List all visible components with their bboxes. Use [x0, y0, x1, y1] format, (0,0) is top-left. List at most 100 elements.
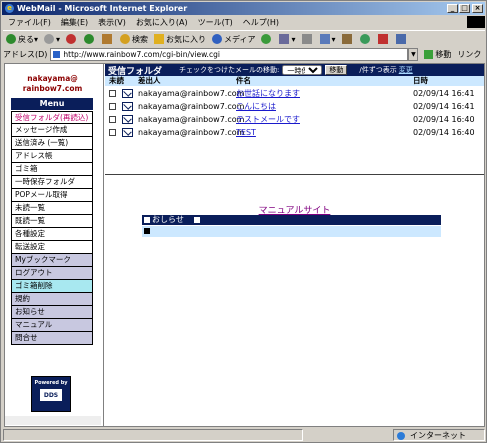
menu-view[interactable]: 表示(V) — [93, 16, 131, 29]
message-subject-link[interactable]: TEST — [236, 126, 256, 139]
message-from: nakayama@rainbow7.com — [138, 128, 245, 137]
menu-tools[interactable]: ツール(T) — [193, 16, 238, 29]
favorites-label: お気に入り — [166, 34, 207, 44]
toolbar-extra-button[interactable] — [393, 32, 411, 47]
search-button[interactable]: 検索 — [117, 32, 151, 47]
envelope-icon — [122, 89, 133, 98]
home-button[interactable] — [99, 32, 117, 47]
sidebar-item[interactable]: 各種設定 — [11, 228, 93, 241]
maximize-button[interactable]: □ — [459, 4, 470, 13]
browser-window: e WebMail - Microsoft Internet Explorer … — [0, 0, 487, 443]
discuss-icon — [341, 34, 352, 44]
messenger-icon — [359, 34, 370, 44]
user-address-line1: nakayama@ — [27, 74, 78, 83]
menu-file[interactable]: ファイル(F) — [3, 16, 56, 29]
table-row: nakayama@rainbow7.com TEST 02/09/14 16:40 — [105, 126, 484, 139]
select-checkbox[interactable] — [109, 90, 116, 97]
col-date: 日時 — [413, 76, 428, 85]
sidebar-item[interactable]: ログアウト — [11, 267, 93, 280]
menu-edit[interactable]: 編集(E) — [56, 16, 93, 29]
home-icon — [102, 34, 113, 44]
sidebar-item[interactable]: 転送設定 — [11, 241, 93, 254]
windows-logo-icon — [467, 16, 485, 28]
sidebar-item[interactable]: 未読一覧 — [11, 202, 93, 215]
sidebar-item[interactable]: アドレス帳 — [11, 150, 93, 163]
select-checkbox[interactable] — [109, 116, 116, 123]
status-bar: インターネット — [3, 429, 485, 442]
news-item-bullet-icon — [144, 228, 150, 234]
favorites-button[interactable]: お気に入り — [151, 32, 209, 47]
main-frame: 受信フォルダ チェックをつけたメールの移動: 一時保存 移動 /件ずつ表示 変更… — [105, 64, 484, 426]
minimize-button[interactable]: _ — [447, 4, 458, 13]
message-date: 02/09/14 16:40 — [413, 115, 475, 124]
sidebar-item[interactable]: メッセージ作成 — [11, 124, 93, 137]
sidebar-item[interactable]: ゴミ箱削除 — [11, 280, 93, 293]
messenger-button[interactable] — [357, 32, 375, 47]
powered-by-logo[interactable]: Powered by DDS — [31, 376, 71, 412]
close-button[interactable]: × — [472, 4, 483, 13]
news-box: おしらせ — [142, 215, 441, 239]
menu-help[interactable]: ヘルプ(H) — [238, 16, 284, 29]
mail-icon — [279, 34, 290, 44]
media-button[interactable]: メディア — [209, 32, 258, 47]
status-text — [3, 429, 303, 441]
news-title: おしらせ — [152, 215, 184, 224]
message-date: 02/09/14 16:41 — [413, 102, 475, 111]
back-arrow-icon — [6, 34, 16, 44]
sidebar-item[interactable]: マニュアル — [11, 319, 93, 332]
select-checkbox[interactable] — [109, 103, 116, 110]
edit-button[interactable]: ▾ — [317, 32, 339, 47]
user-address-line2: rainbow7.com — [22, 84, 83, 93]
edit-icon — [319, 34, 330, 44]
sidebar-item[interactable]: Myブックマーク — [11, 254, 93, 267]
print-button[interactable] — [299, 32, 317, 47]
sidebar-frame: nakayama@ rainbow7.com Menu 受信フォルダ(再読込) メ… — [5, 64, 104, 426]
per-page-label: /件ずつ表示 — [359, 66, 397, 74]
envelope-icon — [122, 102, 133, 111]
title-bar: e WebMail - Microsoft Internet Explorer … — [2, 2, 485, 15]
back-button[interactable]: 戻る ▾ — [3, 32, 41, 47]
extra-icon — [395, 34, 406, 44]
folder-header: 受信フォルダ チェックをつけたメールの移動: 一時保存 移動 /件ずつ表示 変更 — [105, 64, 484, 77]
move-label: チェックをつけたメールの移動: — [179, 66, 280, 74]
col-unread: 未読 — [109, 76, 124, 85]
sidebar-menu: 受信フォルダ(再読込) メッセージ作成 送信済み (一覧) アドレス帳 ゴミ箱 一時保存フ… — [11, 111, 93, 345]
go-arrow-icon — [424, 50, 434, 59]
address-dropdown-button[interactable]: ▼ — [408, 48, 419, 61]
stop-button[interactable] — [63, 32, 81, 47]
move-button[interactable]: 移動 — [325, 65, 348, 75]
forward-button[interactable]: ▾ — [41, 32, 63, 47]
sidebar-item[interactable]: ゴミ箱 — [11, 163, 93, 176]
change-link[interactable]: 変更 — [399, 65, 413, 75]
sidebar-item[interactable]: お知らせ — [11, 306, 93, 319]
message-date: 02/09/14 16:41 — [413, 89, 475, 98]
sidebar-item[interactable]: 問合せ — [11, 332, 93, 345]
go-button[interactable]: 移動 — [424, 49, 451, 60]
message-subject-link[interactable]: お世話になります — [236, 87, 300, 100]
back-label: 戻る — [18, 34, 34, 44]
sidebar-item[interactable]: 規約 — [11, 293, 93, 306]
sidebar-item[interactable]: 一時保存フォルダ — [11, 176, 93, 189]
sidebar-horizontal-scrollbar[interactable] — [5, 416, 101, 425]
message-subject-link[interactable]: テストメールです — [236, 113, 300, 126]
discuss-button[interactable] — [339, 32, 357, 47]
message-subject-link[interactable]: こんにちは — [236, 100, 276, 113]
news-header: おしらせ — [142, 215, 441, 225]
address-input[interactable]: http://www.rainbow7.com/cgi-bin/view.cgi — [50, 48, 409, 61]
message-from: nakayama@rainbow7.com — [138, 102, 245, 111]
sidebar-item[interactable]: 既読一覧 — [11, 215, 93, 228]
toolbar: 戻る ▾ ▾ 検索 お気に入り メディア ▾ ▾ — [3, 30, 485, 47]
sidebar-item[interactable]: POPメール取得 — [11, 189, 93, 202]
move-destination-select[interactable]: 一時保存 — [282, 65, 323, 75]
history-button[interactable] — [258, 32, 276, 47]
mail-button[interactable]: ▾ — [276, 32, 298, 47]
refresh-button[interactable] — [81, 32, 99, 47]
select-checkbox[interactable] — [109, 129, 116, 136]
menu-favorites[interactable]: お気に入り(A) — [131, 16, 193, 29]
sidebar-item[interactable]: 受信フォルダ(再読込) — [11, 111, 93, 124]
research-button[interactable] — [375, 32, 393, 47]
message-table-header: 未読 差出人 件名 日時 — [105, 76, 484, 86]
address-label: アドレス(D) — [3, 50, 48, 59]
links-button[interactable]: リンク — [457, 49, 481, 60]
sidebar-item[interactable]: 送信済み (一覧) — [11, 137, 93, 150]
